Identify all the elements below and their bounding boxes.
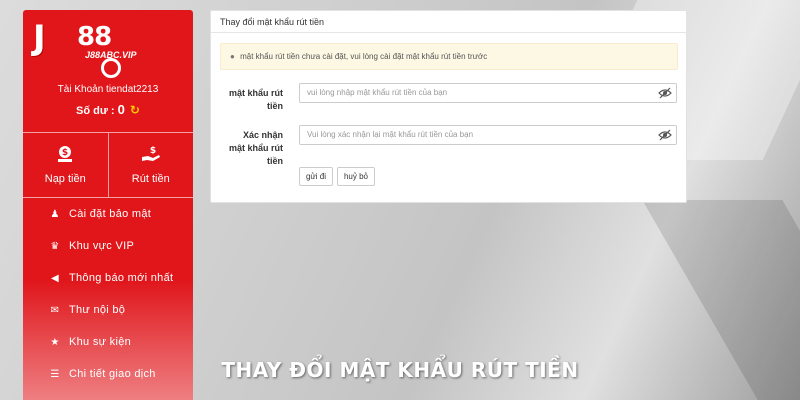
sidebar-item-label: Thông báo mới nhất — [69, 272, 174, 284]
submit-button[interactable]: gửi đi — [299, 167, 333, 186]
eye-slash-icon[interactable] — [658, 129, 672, 141]
warning-alert: ● mật khẩu rút tiền chưa cài đặt, vui lò… — [220, 43, 678, 70]
wallet-actions: $ Nạp tiền $ Rút tiền — [23, 132, 193, 198]
sidebar-item-vip[interactable]: ♛ Khu vực VIP — [23, 230, 193, 262]
svg-text:$: $ — [62, 148, 68, 158]
panel-title: Thay đổi mật khẩu rút tiền — [211, 11, 686, 33]
megaphone-icon: ◀ — [51, 272, 59, 284]
withdraw-password-input[interactable]: vui lòng nhập mật khẩu rút tiền của bạn — [299, 83, 677, 103]
sidebar-item-announcements[interactable]: ◀ Thông báo mới nhất — [23, 262, 193, 294]
password-placeholder: vui lòng nhập mật khẩu rút tiền của bạn — [307, 88, 448, 97]
withdraw-icon: $ — [141, 145, 161, 167]
confirm-password-placeholder: Vui lòng xác nhận lại mật khẩu rút tiền … — [307, 130, 474, 139]
refresh-icon[interactable]: ↻ — [130, 103, 140, 117]
sidebar-item-label: Thư nội bộ — [69, 304, 126, 316]
crown-icon: ♛ — [50, 240, 60, 252]
withdraw-button[interactable]: $ Rút tiền — [107, 133, 194, 197]
page-caption: THAY ĐỔI MẬT KHẨU RÚT TIỀN — [221, 358, 579, 382]
info-circle-icon: ● — [230, 52, 235, 61]
balance-label: Số dư : — [76, 105, 115, 117]
deposit-icon: $ — [56, 145, 74, 167]
balance-value: 0 — [117, 102, 125, 117]
sidebar-item-label: Khu vực VIP — [69, 240, 135, 252]
logo-digits: 88 — [77, 22, 112, 52]
sidebar-item-inbox[interactable]: ✉ Thư nội bộ — [23, 294, 193, 326]
sidebar: J 88 J88ABC.VIP Tài Khoản tiendat2213 Số… — [23, 10, 193, 400]
sidebar-item-label: Cài đặt bảo mật — [69, 208, 152, 220]
withdraw-label: Rút tiền — [131, 173, 170, 185]
cancel-button[interactable]: huỷ bỏ — [337, 167, 375, 186]
sidebar-item-label: Khu sự kiện — [69, 336, 132, 348]
deposit-button[interactable]: $ Nạp tiền — [23, 133, 108, 197]
trophy-icon: ★ — [50, 336, 60, 348]
user-lock-icon: ♟ — [50, 208, 60, 220]
change-withdraw-password-panel: Thay đổi mật khẩu rút tiền ● mật khẩu rú… — [210, 10, 687, 203]
svg-text:$: $ — [150, 146, 156, 156]
avatar — [101, 58, 121, 78]
confirm-password-field-label: Xác nhận mật khẩu rút tiền — [228, 130, 283, 166]
eye-slash-icon[interactable] — [658, 87, 672, 99]
account-name: Tài Khoản tiendat2213 — [57, 84, 159, 95]
mail-icon: ✉ — [50, 304, 60, 316]
deposit-label: Nạp tiền — [44, 173, 86, 185]
brand-logo[interactable]: J 88 J88ABC.VIP — [23, 10, 193, 80]
balance-display: Số dư : 0 ↻ — [23, 102, 193, 117]
password-field-label: mật khẩu rút tiền — [228, 88, 283, 111]
confirm-withdraw-password-input[interactable]: Vui lòng xác nhận lại mật khẩu rút tiền … — [299, 125, 677, 145]
logo-letter: J — [33, 18, 46, 58]
sidebar-item-security[interactable]: ♟ Cài đặt bảo mật — [23, 198, 193, 230]
alert-text: mật khẩu rút tiền chưa cài đặt, vui lòng… — [240, 52, 488, 61]
sidebar-item-events[interactable]: ★ Khu sự kiện — [23, 326, 193, 358]
